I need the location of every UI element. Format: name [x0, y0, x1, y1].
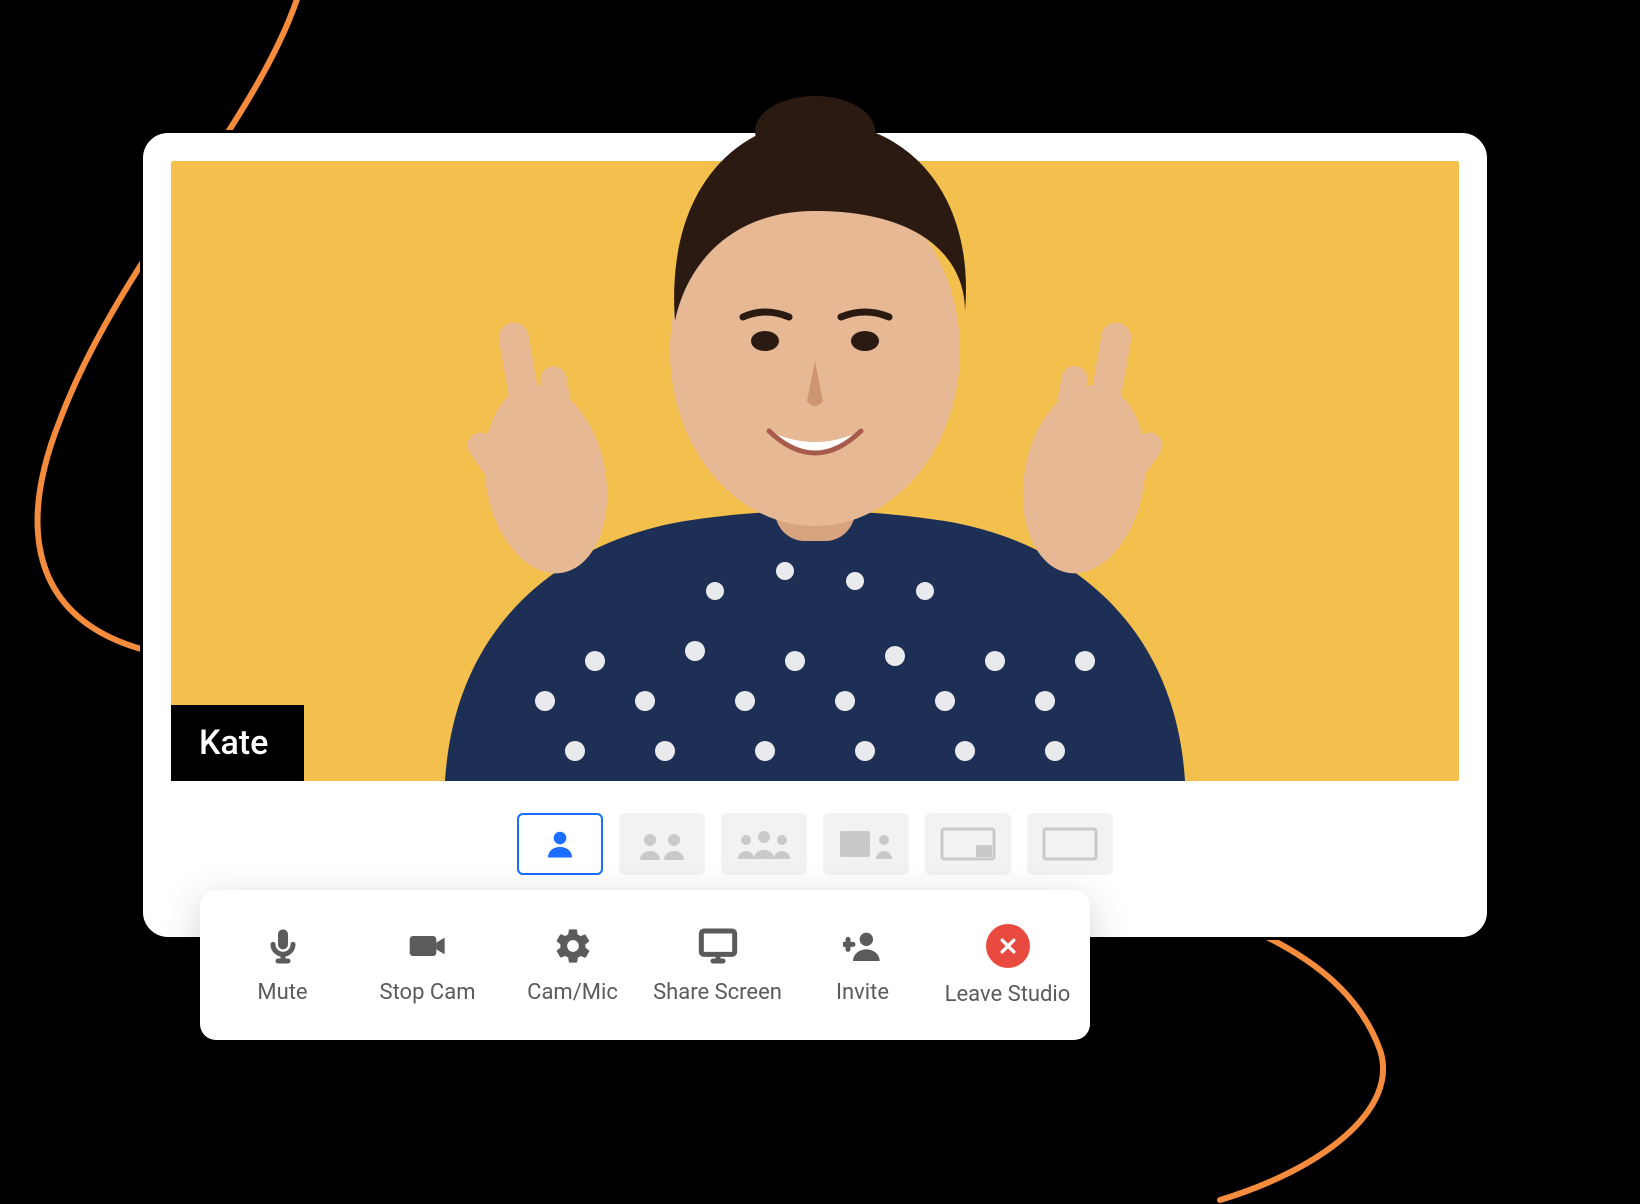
invite-label: Invite: [836, 980, 889, 1005]
cam-mic-settings-button[interactable]: Cam/Mic: [500, 890, 645, 1040]
stop-cam-button[interactable]: Stop Cam: [355, 890, 500, 1040]
mute-button[interactable]: Mute: [210, 890, 355, 1040]
participant-name-badge: Kate: [171, 705, 304, 781]
layout-split-screen[interactable]: [823, 813, 909, 875]
pip-icon: [936, 823, 1000, 865]
add-person-icon: [843, 926, 883, 966]
share-screen-button[interactable]: Share Screen: [645, 890, 790, 1040]
layout-pip[interactable]: [925, 813, 1011, 875]
layout-three-up[interactable]: [721, 813, 807, 875]
mute-label: Mute: [257, 980, 307, 1005]
three-people-icon: [732, 823, 796, 865]
close-icon: [986, 924, 1030, 968]
microphone-icon: [263, 926, 303, 966]
monitor-icon: [698, 926, 738, 966]
participant-name-text: Kate: [199, 723, 268, 763]
leave-label: Leave Studio: [945, 982, 1071, 1007]
share-screen-label: Share Screen: [653, 980, 782, 1005]
person-icon: [542, 826, 578, 862]
leave-studio-button[interactable]: Leave Studio: [935, 890, 1080, 1040]
stop-cam-label: Stop Cam: [380, 980, 476, 1005]
layout-single[interactable]: [517, 813, 603, 875]
control-toolbar: Mute Stop Cam Cam/Mic Share Screen Invit…: [200, 890, 1090, 1040]
camera-icon: [408, 926, 448, 966]
layout-two-up[interactable]: [619, 813, 705, 875]
two-people-icon: [632, 824, 692, 864]
invite-button[interactable]: Invite: [790, 890, 935, 1040]
cam-mic-label: Cam/Mic: [527, 980, 618, 1005]
participant-video-placeholder: [365, 61, 1265, 781]
layout-blank[interactable]: [1027, 813, 1113, 875]
split-screen-icon: [834, 823, 898, 865]
video-studio-window: Kate: [140, 130, 1490, 940]
blank-frame-icon: [1038, 823, 1102, 865]
main-video-feed: Kate: [171, 161, 1459, 781]
gear-icon: [553, 926, 593, 966]
